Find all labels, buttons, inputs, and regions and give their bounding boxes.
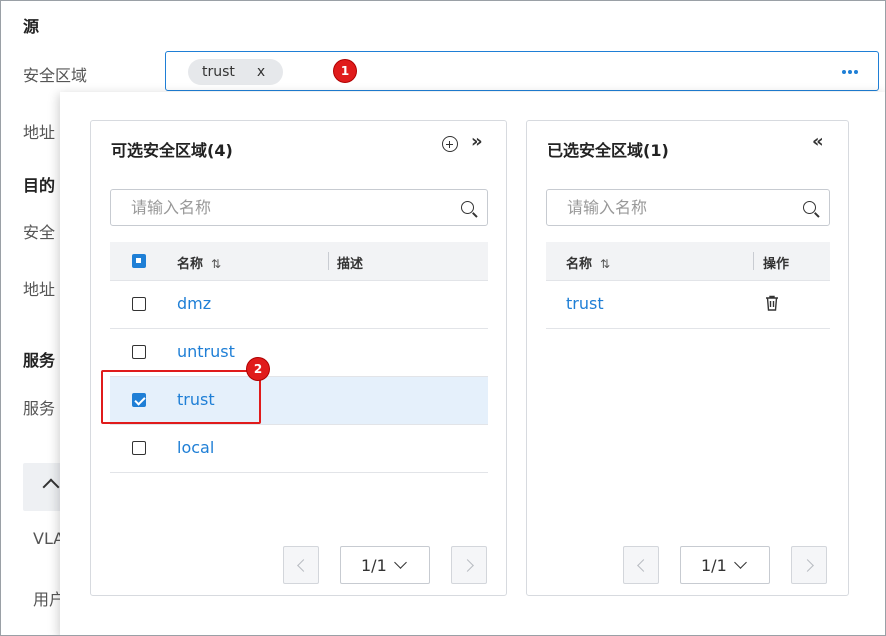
column-name-label: 名称 <box>177 257 204 272</box>
page-select[interactable]: 1/1 <box>680 546 770 584</box>
zone-tag-remove-button[interactable]: x <box>257 64 265 80</box>
search-icon[interactable] <box>803 201 816 214</box>
available-pager: 1/1 <box>283 546 488 584</box>
next-page-button[interactable] <box>451 546 487 584</box>
search-icon[interactable] <box>461 201 474 214</box>
remove-all-icon[interactable]: « <box>812 133 824 151</box>
table-row[interactable]: local <box>110 425 488 473</box>
step-marker-1: 1 <box>334 60 356 82</box>
chevron-up-icon <box>42 478 60 496</box>
security-zone-label: 安全区域 <box>23 66 88 85</box>
step-highlight-box <box>101 370 261 424</box>
selected-zones-table: 名称 ⇅ 操作 trust <box>546 242 830 329</box>
table-row[interactable]: dmz <box>110 281 488 329</box>
available-search-input[interactable] <box>111 190 412 225</box>
source-heading: 源 <box>23 17 40 36</box>
column-divider <box>753 252 754 270</box>
column-name-label: 名称 <box>566 257 593 272</box>
selected-pager: 1/1 <box>623 546 828 584</box>
column-name-header[interactable]: 名称 ⇅ <box>566 253 610 272</box>
selected-search-box <box>546 189 830 226</box>
service-heading: 服务 <box>23 351 56 370</box>
zone-name[interactable]: trust <box>566 294 604 313</box>
prev-page-button[interactable] <box>283 546 319 584</box>
destination-zone-label: 安全 <box>23 223 56 242</box>
chevron-down-icon <box>734 556 747 569</box>
selected-search-input[interactable] <box>547 190 773 225</box>
column-divider <box>328 252 329 270</box>
available-zones-panel: 可选安全区域(4) » 名称 ⇅ 描述 dmz <box>90 120 507 596</box>
selected-zones-panel: 已选安全区域(1) « 名称 ⇅ 操作 trust <box>526 120 849 596</box>
more-horizontal-icon[interactable] <box>842 70 858 74</box>
zone-name[interactable]: dmz <box>177 294 211 313</box>
chevron-down-icon <box>394 556 407 569</box>
page-select[interactable]: 1/1 <box>340 546 430 584</box>
row-checkbox[interactable] <box>132 345 146 359</box>
column-name-header[interactable]: 名称 ⇅ <box>177 253 221 272</box>
window-frame: 源 安全区域 trust x 1 地址 目的 安全 地址 服务 服务 VLA 用… <box>0 0 886 636</box>
page-value: 1/1 <box>701 556 727 575</box>
sort-icon[interactable]: ⇅ <box>600 257 610 271</box>
next-page-button[interactable] <box>791 546 827 584</box>
destination-heading: 目的 <box>23 176 56 195</box>
selected-zones-title: 已选安全区域(1) <box>547 141 669 160</box>
add-zone-icon[interactable] <box>442 136 458 152</box>
zone-tag: trust x <box>188 59 284 85</box>
page-value: 1/1 <box>361 556 387 575</box>
step-marker-2: 2 <box>247 358 269 380</box>
source-address-label: 地址 <box>23 123 56 142</box>
table-header: 名称 ⇅ 描述 <box>110 242 488 281</box>
table-row: trust <box>546 281 830 329</box>
sort-icon[interactable]: ⇅ <box>211 257 221 271</box>
zone-name[interactable]: untrust <box>177 342 235 361</box>
security-zone-input[interactable]: trust x <box>165 51 879 91</box>
available-zones-title: 可选安全区域(4) <box>111 141 233 160</box>
available-search-box <box>110 189 488 226</box>
move-all-right-icon[interactable]: » <box>471 133 483 151</box>
row-checkbox[interactable] <box>132 297 146 311</box>
prev-page-button[interactable] <box>623 546 659 584</box>
zone-tag-label: trust <box>202 64 235 80</box>
zone-selector-popup: 可选安全区域(4) » 名称 ⇅ 描述 dmz <box>60 92 885 635</box>
available-zones-table: 名称 ⇅ 描述 dmz untrust trust local <box>110 242 488 473</box>
service-label: 服务 <box>23 399 56 418</box>
select-all-checkbox[interactable] <box>132 254 146 268</box>
zone-name[interactable]: local <box>177 438 214 457</box>
column-desc-header: 描述 <box>337 257 364 272</box>
column-action-header: 操作 <box>763 257 790 272</box>
trash-icon[interactable] <box>765 295 779 311</box>
table-header: 名称 ⇅ 操作 <box>546 242 830 281</box>
destination-address-label: 地址 <box>23 280 56 299</box>
row-checkbox[interactable] <box>132 441 146 455</box>
